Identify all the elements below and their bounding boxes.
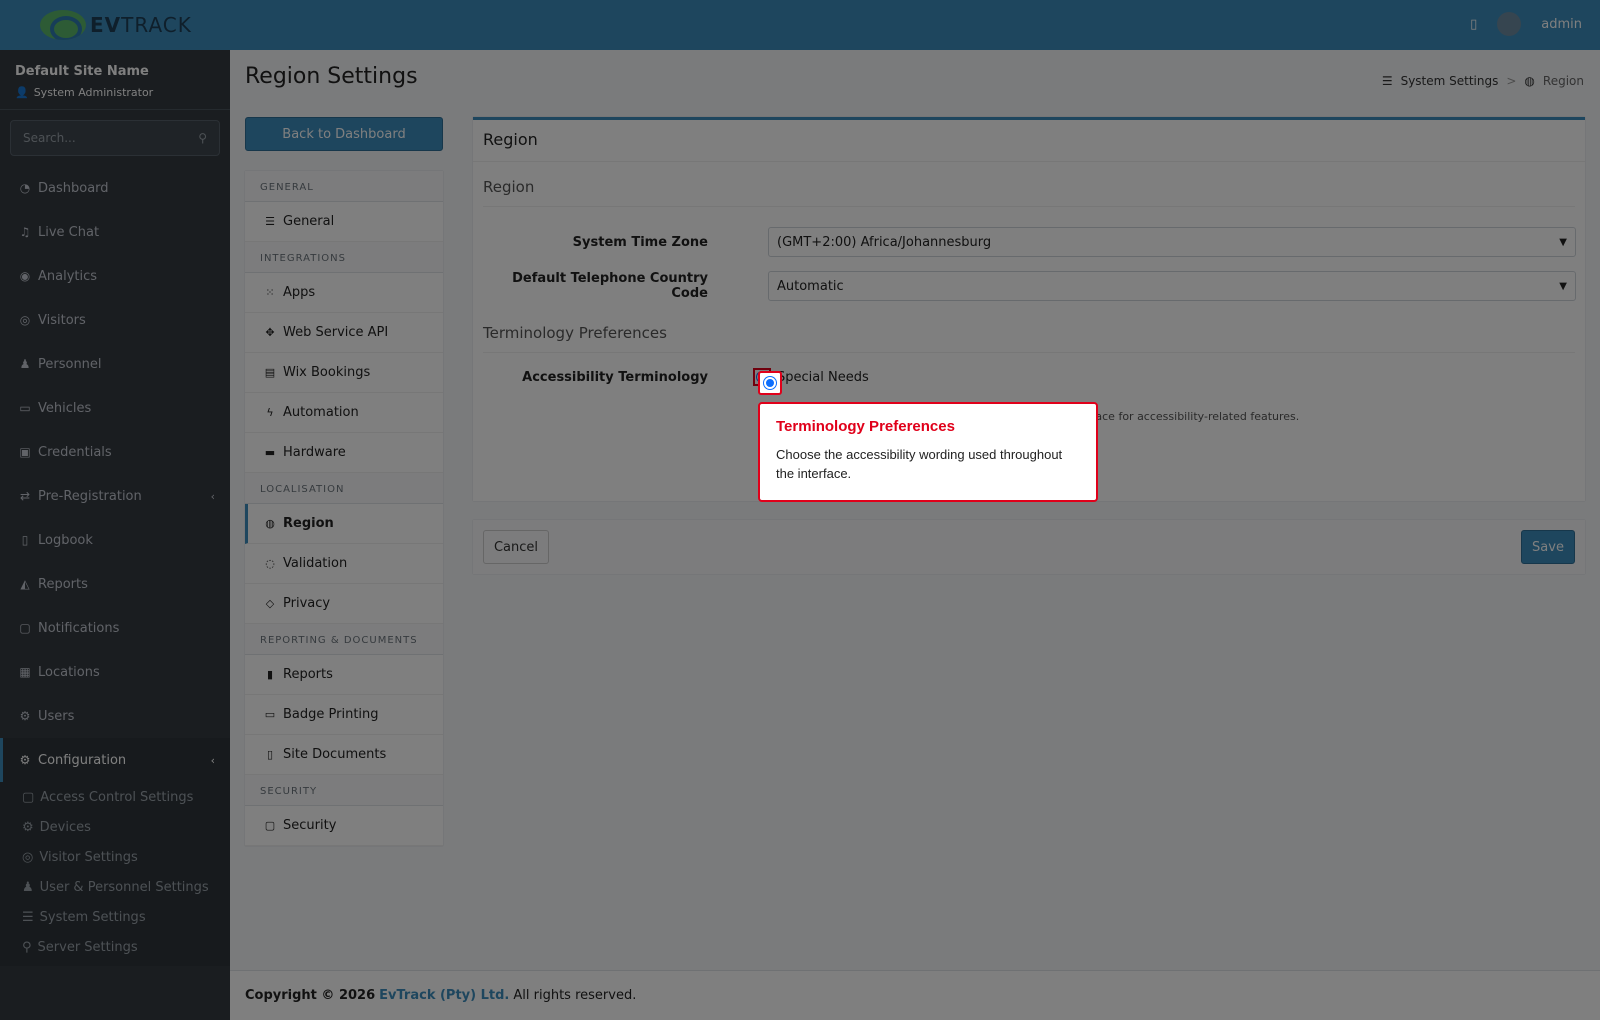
tour-highlight-radio[interactable] bbox=[758, 371, 782, 395]
tour-tooltip: Terminology Preferences Choose the acces… bbox=[758, 402, 1098, 502]
tooltip-title: Terminology Preferences bbox=[776, 418, 955, 435]
tooltip-body: Choose the accessibility wording used th… bbox=[776, 447, 1063, 481]
tour-overlay bbox=[0, 0, 1600, 1020]
